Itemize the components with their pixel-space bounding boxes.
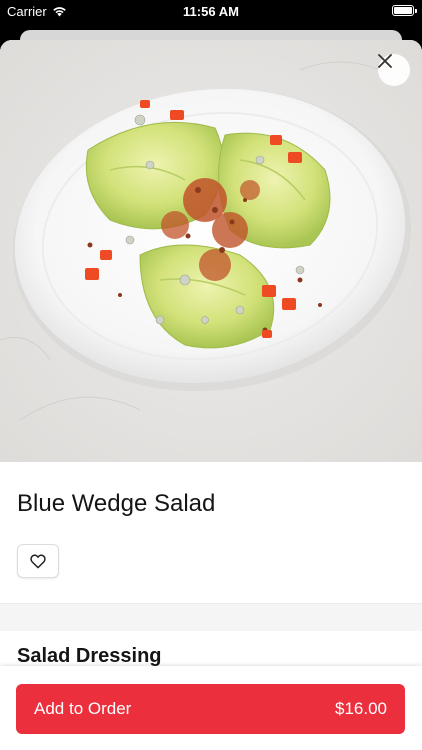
battery-icon [392, 5, 417, 16]
order-footer: Add to Order $16.00 [0, 666, 422, 750]
heart-outline-icon [30, 553, 46, 568]
status-time: 11:56 AM [183, 4, 239, 19]
close-icon [378, 54, 392, 68]
salad-dressing-heading: Salad Dressing [17, 645, 162, 667]
status-bar: Carrier 11:56 AM [0, 0, 422, 24]
add-to-order-button[interactable]: Add to Order $16.00 [16, 684, 405, 734]
favorite-button[interactable] [17, 544, 59, 578]
item-title: Blue Wedge Salad [17, 490, 216, 517]
add-to-order-label: Add to Order [34, 699, 132, 718]
close-button[interactable] [378, 54, 410, 86]
item-photo [0, 40, 422, 462]
order-price: $16.00 [335, 699, 387, 718]
section-divider [0, 603, 422, 631]
item-detail-sheet: Blue Wedge Salad Salad Dressing Add to O… [0, 40, 422, 750]
